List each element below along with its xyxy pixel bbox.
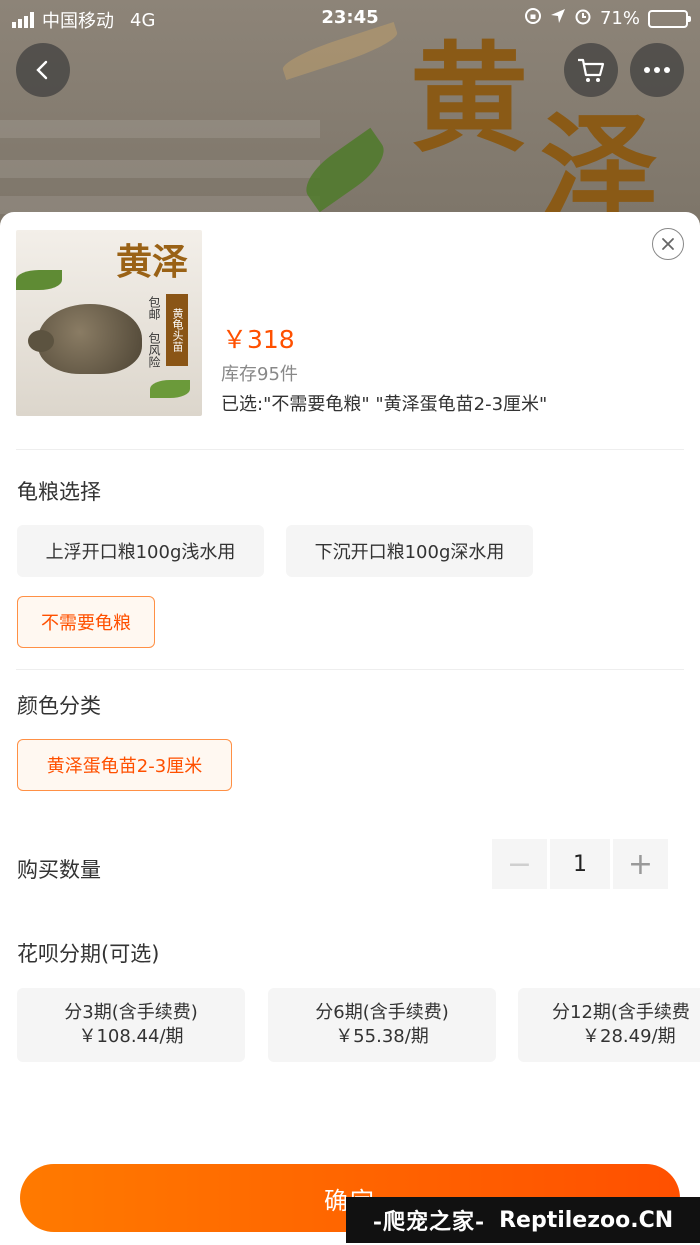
alarm-icon [574,7,592,30]
installment-amount: ￥28.49/期 [582,1026,676,1047]
quantity-stepper: − 1 + [492,839,668,889]
selected-summary: 已选:"不需要龟粮" "黄泽蛋龟苗2-3厘米" [221,394,548,415]
installment-plan[interactable]: 分6期(含手续费) ￥55.38/期 [268,988,496,1062]
rotation-lock-icon [524,7,542,30]
site-watermark: -爬宠之家- Reptilezoo.CN [346,1197,700,1243]
installment-label: 分12期(含手续费 [552,1002,690,1023]
battery-icon [648,9,691,28]
color-option-selected[interactable]: 黄泽蛋龟苗2-3厘米 [17,739,232,791]
watermark-cn: -爬宠之家- [372,1209,486,1235]
color-section-title: 颜色分类 [17,694,101,718]
decrement-button[interactable]: − [492,839,547,889]
product-thumbnail[interactable]: 黄泽 黄龟头苗 包邮 包风险 [16,230,202,416]
more-dots-icon [644,67,670,73]
thumb-tag: 包邮 [147,296,161,320]
food-option-selected[interactable]: 不需要龟粮 [17,596,155,648]
installment-label: 分3期(含手续费) [64,1002,198,1023]
installment-section-title: 花呗分期(可选) [17,942,160,966]
quantity-label: 购买数量 [17,858,101,882]
thumb-tag: 包风险 [147,332,161,368]
stock-count: 库存95件 [221,364,298,385]
status-bar: 中国移动 4G 23:45 71% [0,0,700,36]
back-button[interactable] [16,43,70,97]
battery-percent: 71% [599,8,640,29]
sku-selection-sheet: 黄泽 黄龟头苗 包邮 包风险 ￥318 库存95件 已选:"不需要龟粮" "黄泽… [0,212,700,1245]
installment-plan[interactable]: 分3期(含手续费) ￥108.44/期 [17,988,245,1062]
increment-button[interactable]: + [613,839,668,889]
quantity-value[interactable]: 1 [550,839,610,889]
installment-plan[interactable]: 分12期(含手续费 ￥28.49/期 [518,988,700,1062]
food-option[interactable]: 上浮开口粮100g浅水用 [17,525,264,577]
watermark-en: Reptilezoo.CN [499,1207,674,1233]
cart-icon [578,58,605,82]
cart-button[interactable] [564,43,618,97]
thumb-badge: 黄龟头苗 [166,294,188,366]
close-button[interactable] [652,228,684,260]
divider [16,449,684,450]
installment-amount: ￥108.44/期 [78,1026,184,1047]
hero-title-char: 泽 [540,99,659,230]
food-option[interactable]: 下沉开口粮100g深水用 [286,525,533,577]
thumb-title: 黄泽 [116,241,189,283]
product-price: ￥318 [222,325,295,354]
divider [16,669,684,670]
installment-label: 分6期(含手续费) [315,1002,449,1023]
close-icon [662,238,674,250]
location-icon [550,8,566,29]
food-section-title: 龟粮选择 [17,480,101,504]
installment-amount: ￥55.38/期 [335,1026,429,1047]
more-button[interactable] [630,43,684,97]
hero-title-char: 黄 [410,29,529,168]
chevron-left-icon [36,60,48,80]
